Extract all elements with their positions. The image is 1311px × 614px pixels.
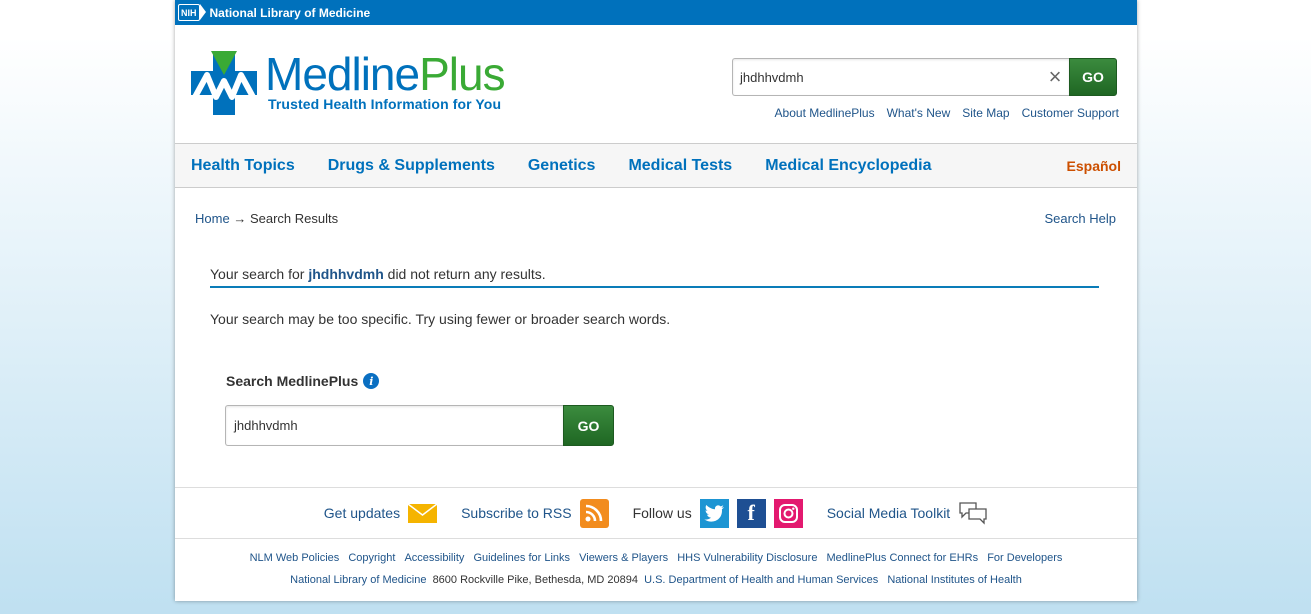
breadcrumb: Home → Search Results — [195, 211, 338, 226]
subscribe-rss-link[interactable]: Subscribe to RSS — [461, 505, 572, 521]
search-medlineplus-heading: Search MedlinePlus i — [226, 373, 380, 389]
envelope-icon[interactable] — [408, 502, 438, 524]
search-medlineplus-label: Search MedlinePlus — [226, 373, 359, 389]
main-search-input[interactable]: jhdhhvdmh — [225, 405, 563, 446]
instagram-icon[interactable] — [773, 498, 803, 528]
main-nav: Health Topics Drugs & Supplements Geneti… — [175, 144, 1137, 188]
main-search-value: jhdhhvdmh — [234, 418, 298, 433]
top-links: About MedlinePlus What's New Site Map Cu… — [775, 106, 1119, 120]
no-results-query: jhdhhvdmh — [308, 266, 384, 282]
footer-link-accessibility[interactable]: Accessibility — [404, 552, 464, 564]
twitter-icon[interactable] — [699, 498, 729, 528]
about-link[interactable]: About MedlinePlus — [775, 106, 875, 120]
no-results-suffix: did not return any results. — [387, 266, 546, 282]
espanol-link[interactable]: Español — [1067, 158, 1121, 174]
footer-link-copyright[interactable]: Copyright — [348, 552, 395, 564]
nav-medical-encyclopedia[interactable]: Medical Encyclopedia — [765, 157, 931, 175]
no-results-prefix: Your search for — [210, 266, 305, 282]
footer-link-viewers-players[interactable]: Viewers & Players — [579, 552, 668, 564]
nav-medical-tests[interactable]: Medical Tests — [628, 157, 732, 175]
footer-link-nlm-web-policies[interactable]: NLM Web Policies — [250, 552, 340, 564]
follow-us-label: Follow us — [632, 505, 692, 521]
page-container: NIH National Library of Medicine Medline… — [175, 0, 1137, 601]
customer-support-link[interactable]: Customer Support — [1022, 106, 1119, 120]
breadcrumb-home[interactable]: Home — [195, 211, 230, 226]
nav-drugs-supplements[interactable]: Drugs & Supplements — [328, 157, 495, 175]
rss-icon[interactable] — [579, 498, 609, 528]
footer-links: NLM Web Policies Copyright Accessibility… — [175, 552, 1137, 564]
nlm-label[interactable]: National Library of Medicine — [210, 6, 371, 20]
nav-health-topics[interactable]: Health Topics — [191, 157, 295, 175]
social-media-toolkit-link[interactable]: Social Media Toolkit — [827, 505, 950, 521]
footer-hhs-link[interactable]: U.S. Department of Health and Human Serv… — [644, 574, 878, 586]
search-help-link[interactable]: Search Help — [1044, 211, 1116, 226]
footer-nlm-link[interactable]: National Library of Medicine — [290, 574, 426, 586]
logo-plus: Plus — [419, 48, 505, 100]
get-updates-link[interactable]: Get updates — [324, 505, 400, 521]
footer-nih-link[interactable]: National Institutes of Health — [887, 574, 1022, 586]
social-bar: Get updates Subscribe to RSS Follow us f — [175, 487, 1137, 539]
main-search: jhdhhvdmh GO — [225, 405, 614, 446]
logo-tagline: Trusted Health Information for You — [268, 96, 502, 112]
site-map-link[interactable]: Site Map — [962, 106, 1009, 120]
header-search: jhdhhvdmh × GO — [732, 58, 1117, 96]
footer-link-hhs-vulnerability[interactable]: HHS Vulnerability Disclosure — [677, 552, 817, 564]
header: MedlinePlus Trusted Health Information f… — [175, 25, 1137, 144]
footer-address: National Library of Medicine 8600 Rockvi… — [175, 574, 1137, 586]
no-results-message: Your search for jhdhhvdmh did not return… — [210, 266, 1099, 288]
footer-link-connect-ehrs[interactable]: MedlinePlus Connect for EHRs — [827, 552, 979, 564]
info-icon[interactable]: i — [363, 373, 380, 389]
footer-link-developers[interactable]: For Developers — [987, 552, 1062, 564]
footer-link-guidelines[interactable]: Guidelines for Links — [473, 552, 570, 564]
whats-new-link[interactable]: What's New — [887, 106, 951, 120]
search-tip: Your search may be too specific. Try usi… — [210, 311, 671, 327]
chat-bubbles-icon[interactable] — [958, 500, 988, 526]
breadcrumb-current: Search Results — [249, 211, 339, 226]
header-search-input[interactable]: jhdhhvdmh × — [732, 58, 1069, 96]
logo-medline: Medline — [265, 48, 420, 100]
nih-bar: NIH National Library of Medicine — [175, 0, 1137, 25]
facebook-icon[interactable]: f — [736, 498, 766, 528]
footer-street-address: 8600 Rockville Pike, Bethesda, MD 20894 — [432, 574, 639, 586]
nav-genetics[interactable]: Genetics — [528, 157, 596, 175]
header-go-button[interactable]: GO — [1069, 58, 1117, 96]
main-go-button[interactable]: GO — [563, 405, 614, 446]
clear-icon[interactable]: × — [1041, 64, 1069, 90]
header-search-value: jhdhhvdmh — [740, 69, 804, 85]
medlineplus-cross-icon — [191, 51, 257, 115]
breadcrumb-arrow: → — [233, 211, 247, 226]
medlineplus-logo[interactable]: MedlinePlus Trusted Health Information f… — [191, 48, 506, 115]
nih-logo-icon[interactable]: NIH — [178, 4, 205, 21]
